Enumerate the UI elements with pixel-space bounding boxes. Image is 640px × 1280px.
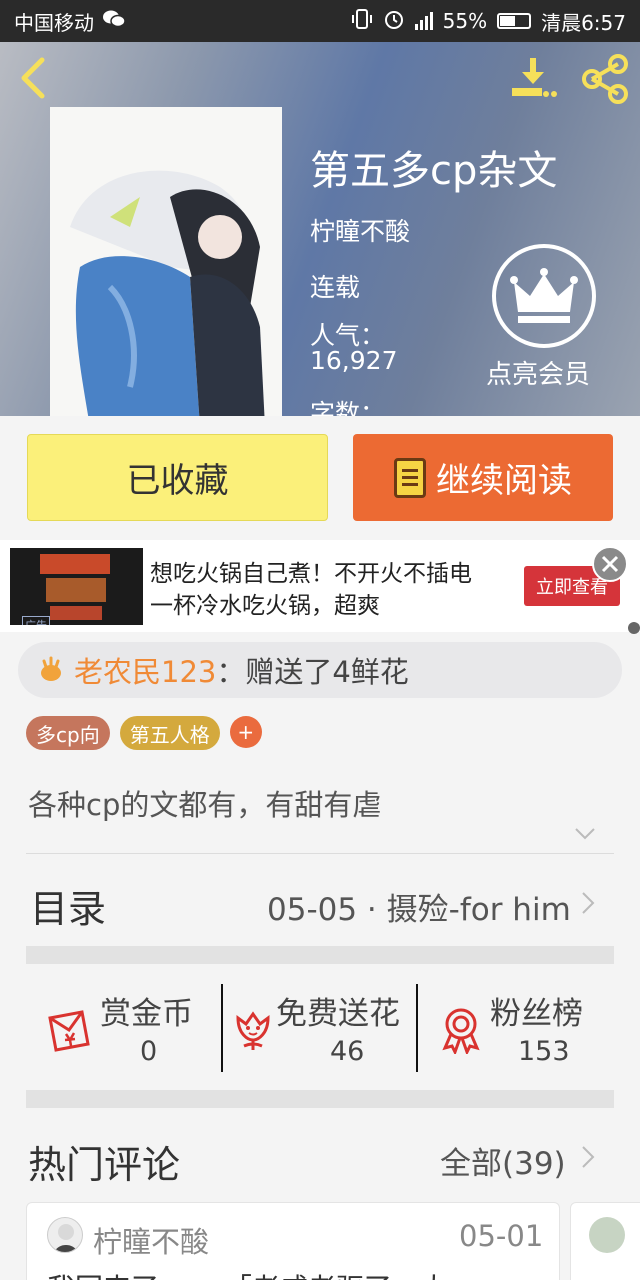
signal-icon [414, 12, 433, 30]
tag-item[interactable]: 多cp向 [26, 716, 110, 750]
avatar[interactable] [589, 1217, 625, 1253]
section-separator [26, 1090, 614, 1108]
ad-close-button[interactable] [592, 546, 628, 582]
continue-reading-button[interactable]: 继续阅读 [353, 434, 613, 521]
chevron-right-icon [582, 1146, 595, 1168]
back-button[interactable] [14, 56, 54, 100]
download-button[interactable] [508, 56, 558, 102]
ad-info-icon[interactable] [628, 622, 640, 634]
ad-banner[interactable]: 广告 想吃火锅自己煮！不开火不插电 一杯冷水吃火锅，超爽 立即查看 [0, 540, 640, 634]
add-tag-button[interactable]: + [229, 716, 262, 748]
book-author[interactable]: 柠瞳不酸 [310, 212, 410, 248]
divider [26, 853, 614, 854]
share-button[interactable] [580, 54, 630, 104]
chevron-down-icon [575, 828, 595, 840]
avatar[interactable] [47, 1217, 83, 1253]
stat-divider [221, 984, 223, 1072]
comment-text: 我回来了～ ～「老咸老驱了一大 [47, 1267, 448, 1280]
hot-comments-title: 热门评论 [28, 1143, 181, 1187]
book-icon [394, 457, 426, 498]
stat-divider [416, 984, 418, 1072]
comment-card[interactable]: 柠瞳不酸 05-01 我回来了～ ～「老咸老驱了一大 [26, 1202, 560, 1280]
battery-percent: 55% [442, 9, 488, 33]
flower-gift-icon [41, 656, 61, 681]
collected-button[interactable]: 已收藏 [27, 434, 328, 521]
toc-latest-chapter[interactable]: 05-05 · 摄殓-for him [267, 884, 571, 929]
ad-text-line2: 一杯冷水吃火锅，超爽 [150, 593, 380, 619]
ad-image[interactable]: 广告 [10, 548, 143, 625]
back-arrow-icon [21, 57, 45, 99]
all-comments-arrow[interactable] [580, 1144, 596, 1170]
tag-item[interactable]: 第五人格 [119, 716, 220, 750]
battery-icon [497, 13, 532, 29]
popularity-value: 16,927 [310, 346, 398, 375]
wechat-icon [102, 9, 126, 34]
fan-ranking-value: 153 [518, 1036, 570, 1067]
vip-button[interactable] [492, 244, 596, 348]
free-flower-button[interactable]: 免费送花 46 [226, 984, 416, 1072]
free-flower-label: 免费送花 [276, 996, 400, 1032]
chevron-right-icon [582, 892, 595, 914]
book-cover-image[interactable] [50, 107, 282, 416]
tag-list: 多cp向 第五人格 + [26, 716, 262, 750]
comment-card[interactable] [570, 1202, 640, 1280]
book-header: 第五多cp杂文 柠瞳不酸 连载 人气： 16,927 字数： 点亮会员 [0, 42, 640, 416]
fan-ranking-button[interactable]: 粉丝榜 153 [420, 984, 620, 1072]
continue-reading-label: 继续阅读 [436, 461, 572, 501]
alarm-icon [383, 8, 405, 35]
comment-date: 05-01 [459, 1219, 544, 1253]
reward-coins-value: 0 [140, 1036, 158, 1067]
collected-label: 已收藏 [126, 461, 229, 501]
ad-text-line1: 想吃火锅自己煮！不开火不插电 [150, 561, 472, 587]
ad-tag: 广告 [22, 616, 50, 625]
carrier-name: 中国移动 [14, 10, 94, 35]
serial-status: 连载 [310, 273, 361, 302]
clock: 清晨6:57 [541, 10, 626, 35]
toc-open-button[interactable] [580, 890, 596, 916]
gift-message: ：赠送了4鲜花 [216, 655, 409, 689]
medal-icon [442, 1008, 480, 1054]
word-count-label: 字数： [310, 399, 386, 416]
action-bar: 已收藏 继续阅读 [0, 416, 640, 540]
reward-coins-label: 赏金币 [100, 996, 193, 1032]
share-icon [582, 54, 628, 104]
crown-icon [510, 268, 578, 323]
flower-icon [236, 1011, 270, 1050]
vibrate-icon [351, 8, 373, 35]
download-icon [512, 58, 557, 97]
section-separator [26, 946, 614, 964]
gift-user[interactable]: 老农民123 [74, 649, 216, 691]
book-description: 各种cp的文都有，有甜有虐 [28, 788, 382, 822]
app-screen: 中国移动 55% 清晨6:57 第五多cp杂文 柠瞳不酸 连载 人气： 16,9… [0, 0, 640, 1280]
red-envelope-icon [48, 1010, 90, 1052]
free-flower-value: 46 [330, 1036, 365, 1067]
vip-label[interactable]: 点亮会员 [486, 354, 590, 391]
gift-banner[interactable]: 老农民123 ：赠送了4鲜花 [18, 642, 622, 698]
fan-ranking-label: 粉丝榜 [490, 996, 583, 1032]
toc-title[interactable]: 目录 [30, 878, 106, 933]
status-bar: 中国移动 55% 清晨6:57 [0, 0, 640, 42]
comment-author[interactable]: 柠瞳不酸 [93, 1219, 209, 1261]
book-title: 第五多cp杂文 [310, 148, 558, 194]
reward-coins-button[interactable]: 赏金币 0 [40, 984, 220, 1072]
expand-description-button[interactable] [574, 826, 596, 842]
all-comments-link[interactable]: 全部(39) [440, 1138, 566, 1183]
close-icon [601, 555, 619, 573]
